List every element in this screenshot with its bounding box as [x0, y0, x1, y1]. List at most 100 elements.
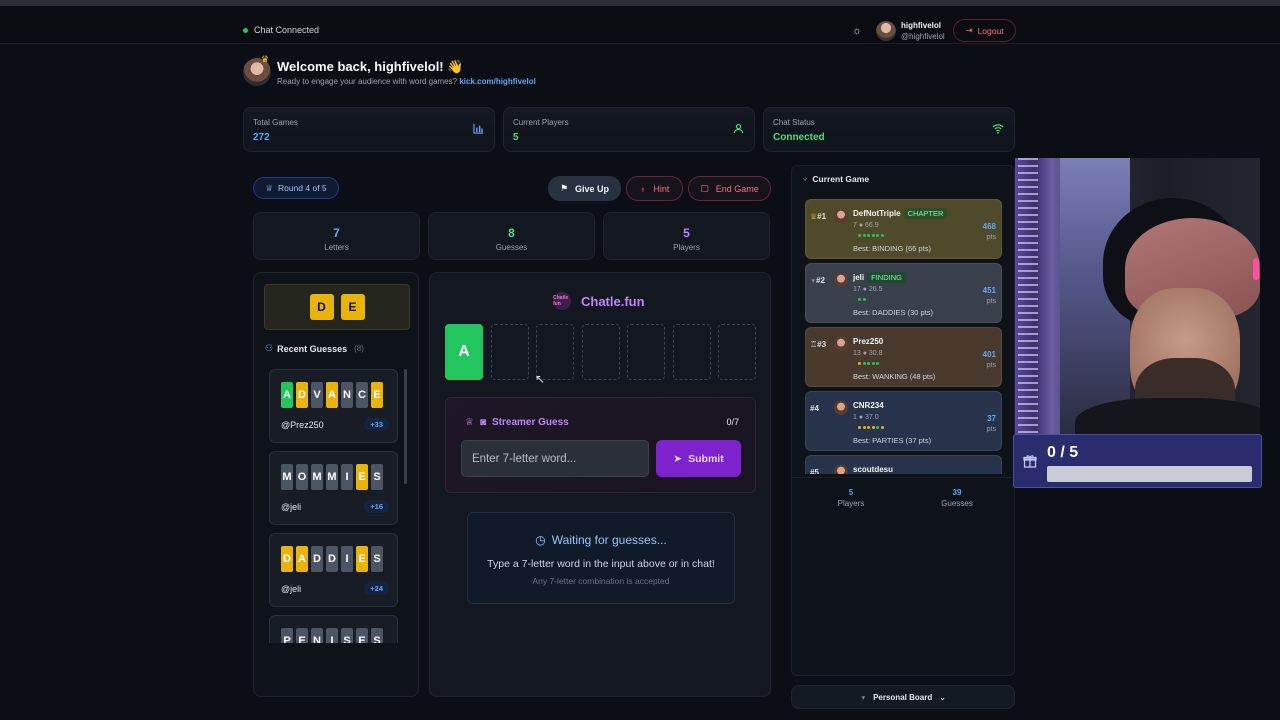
leaderboard-row[interactable]: #4 CNR234 1 ● 37.0 Best: PARTIES (37 pts) 37… — [805, 391, 1002, 451]
guess-letter-tile: I — [341, 464, 353, 490]
webcam-pink-light — [1253, 258, 1259, 280]
current-game-header: ♆ Current Game — [802, 174, 869, 184]
goal-progress-bar — [1047, 466, 1252, 482]
chat-connection-indicator: Chat Connected — [243, 25, 319, 35]
info-value: 8 — [508, 226, 515, 240]
current-game-panel: ♆ Current Game ♕#1 DefNotTriple CHAPTER 7 ●… — [791, 165, 1016, 676]
progress-dot — [876, 234, 879, 237]
stat-card-current-players: Current Players 5 — [503, 107, 755, 152]
hint-button[interactable]: ♁ Hint — [626, 176, 683, 201]
progress-dot — [871, 426, 875, 429]
give-up-button[interactable]: ⚑ Give Up — [548, 176, 621, 201]
player-best: Best: BINDING (66 pts) — [853, 244, 931, 253]
guess-letter-tile: I — [326, 628, 338, 643]
trophy-icon: ♆ — [860, 692, 867, 702]
player-name: CNR234 — [853, 401, 884, 410]
progress-dot — [871, 362, 875, 365]
waiting-note: Any 7-letter combination is accepted — [532, 576, 670, 586]
player-points: 37 pts — [987, 413, 996, 435]
logout-button[interactable]: ⇥ Logout — [953, 19, 1016, 42]
divider — [792, 477, 1016, 478]
guess-tiles: DADDIES — [281, 546, 383, 572]
player-points: 468 pts — [983, 221, 996, 243]
points-value: 37 — [987, 414, 996, 423]
gift-icon — [1023, 454, 1037, 468]
leaderboard-row[interactable]: ♆#2 jeli FINDING 17 ● 26.5 Best: DADDIES (30… — [805, 263, 1002, 323]
stat-value: 5 — [513, 132, 519, 143]
guess-letter-tile: M — [311, 464, 323, 490]
stat-label: Current Players — [513, 118, 569, 127]
player-points: 401 pts — [983, 349, 996, 371]
guess-user: @jeli — [281, 502, 302, 512]
info-value: 7 — [333, 226, 340, 240]
waiting-title: Waiting for guesses... — [551, 533, 667, 547]
player-current-word: CHAPTER — [903, 208, 948, 219]
flag-icon: ⚑ — [559, 183, 569, 193]
board-tile — [627, 324, 665, 380]
word-input[interactable] — [461, 440, 649, 477]
guess-letter-tile: E — [371, 382, 383, 408]
submit-button[interactable]: ➤ Submit — [656, 440, 741, 477]
board-tile — [672, 324, 711, 380]
scrollbar[interactable] — [404, 369, 407, 484]
points-unit: pts — [986, 234, 996, 241]
info-label: Guesses — [495, 243, 528, 252]
recent-guesses-list[interactable]: A D V A N C E @Prez250 +33 M O M M I E S @jeli +16 D A D D I E S… — [269, 369, 399, 643]
player-avatar — [834, 401, 848, 415]
leaderboard-row[interactable]: ♕#1 DefNotTriple CHAPTER 7 ● 66.9 Best: BIND… — [805, 199, 1002, 259]
points-unit: pts — [986, 426, 996, 433]
guess-letter-tile: M — [326, 464, 338, 490]
stop-square-icon: ▢ — [700, 183, 709, 193]
hint-label: Hint — [653, 183, 670, 194]
player-best: Best: DADDIES (30 pts) — [853, 308, 934, 317]
leaderboard-row[interactable]: ♖#3 Prez250 13 ● 30.8 Best: WANKING (48 pts… — [805, 327, 1002, 387]
stat-card-total-games: Total Games 272 — [243, 107, 495, 152]
chatle-logo-icon: Chatle fun — [553, 292, 571, 310]
recent-guesses-panel: D E ⚇ Recent Guesses (8) A D V A N C E @Prez250… — [253, 272, 419, 697]
leaderboard-list[interactable]: ♕#1 DefNotTriple CHAPTER 7 ● 66.9 Best: BIND… — [805, 199, 1002, 474]
player-name-row: scoutdesu — [853, 465, 893, 474]
player-name: Prez250 — [853, 337, 884, 346]
rank: ♆#2 — [810, 276, 825, 285]
guess-letter-tile: E — [356, 628, 368, 643]
brand-title: Chatle.fun — [581, 294, 645, 309]
user-handle: @highfivelol — [901, 32, 945, 41]
progress-dot — [867, 362, 870, 365]
found-letter-tile: E — [340, 294, 365, 320]
progress-dot — [858, 426, 861, 429]
crown-icon: ♕ — [465, 417, 474, 428]
submit-label: Submit — [688, 452, 724, 465]
theme-toggle-sun-icon[interactable]: ☼ — [852, 25, 862, 37]
player-best: Best: WANKING (48 pts) — [853, 372, 936, 381]
recent-guesses-header: ⚇ Recent Guesses (8) — [265, 343, 364, 354]
guess-letter-tile: S — [341, 628, 353, 643]
guess-tiles: MOMMIES — [281, 464, 383, 490]
progress-dot — [862, 362, 866, 365]
rank: ♕#1 — [810, 212, 826, 221]
player-name-row: DefNotTriple CHAPTER — [853, 208, 948, 219]
progress-dot — [858, 362, 861, 365]
guess-letter-tile: P — [281, 628, 293, 643]
recent-guesses-title: Recent Guesses — [277, 343, 348, 354]
progress-dot — [880, 426, 884, 429]
info-card-letters: 7 Letters — [253, 212, 420, 260]
streamer-guess-count: 0/7 — [726, 417, 739, 427]
rank: #4 — [810, 404, 819, 413]
guess-letter-tile: N — [341, 382, 353, 408]
user-avatar[interactable] — [876, 21, 896, 41]
crown-icon: ♕ — [265, 182, 273, 193]
personal-board-label: Personal Board — [873, 692, 933, 702]
guess-card: M O M M I E S @jeli +16 — [269, 451, 398, 525]
progress-dot — [867, 234, 870, 237]
guess-letter-tile: E — [356, 546, 368, 572]
end-game-button[interactable]: ▢ End Game — [688, 176, 771, 201]
rank: #5 — [810, 468, 819, 474]
guess-points-badge: +24 — [364, 582, 389, 595]
give-up-label: Give Up — [575, 183, 610, 194]
leaderboard-row[interactable]: #5scoutdesu38 — [805, 455, 1002, 474]
round-label: Round 4 of 5 — [277, 183, 327, 193]
channel-link[interactable]: kick.com/highfivelol — [459, 77, 535, 86]
personal-board-toggle[interactable]: ♆ Personal Board ⌄ — [791, 685, 1015, 709]
rank-label: #4 — [810, 404, 819, 413]
guess-user: @Prez250 — [281, 420, 324, 430]
